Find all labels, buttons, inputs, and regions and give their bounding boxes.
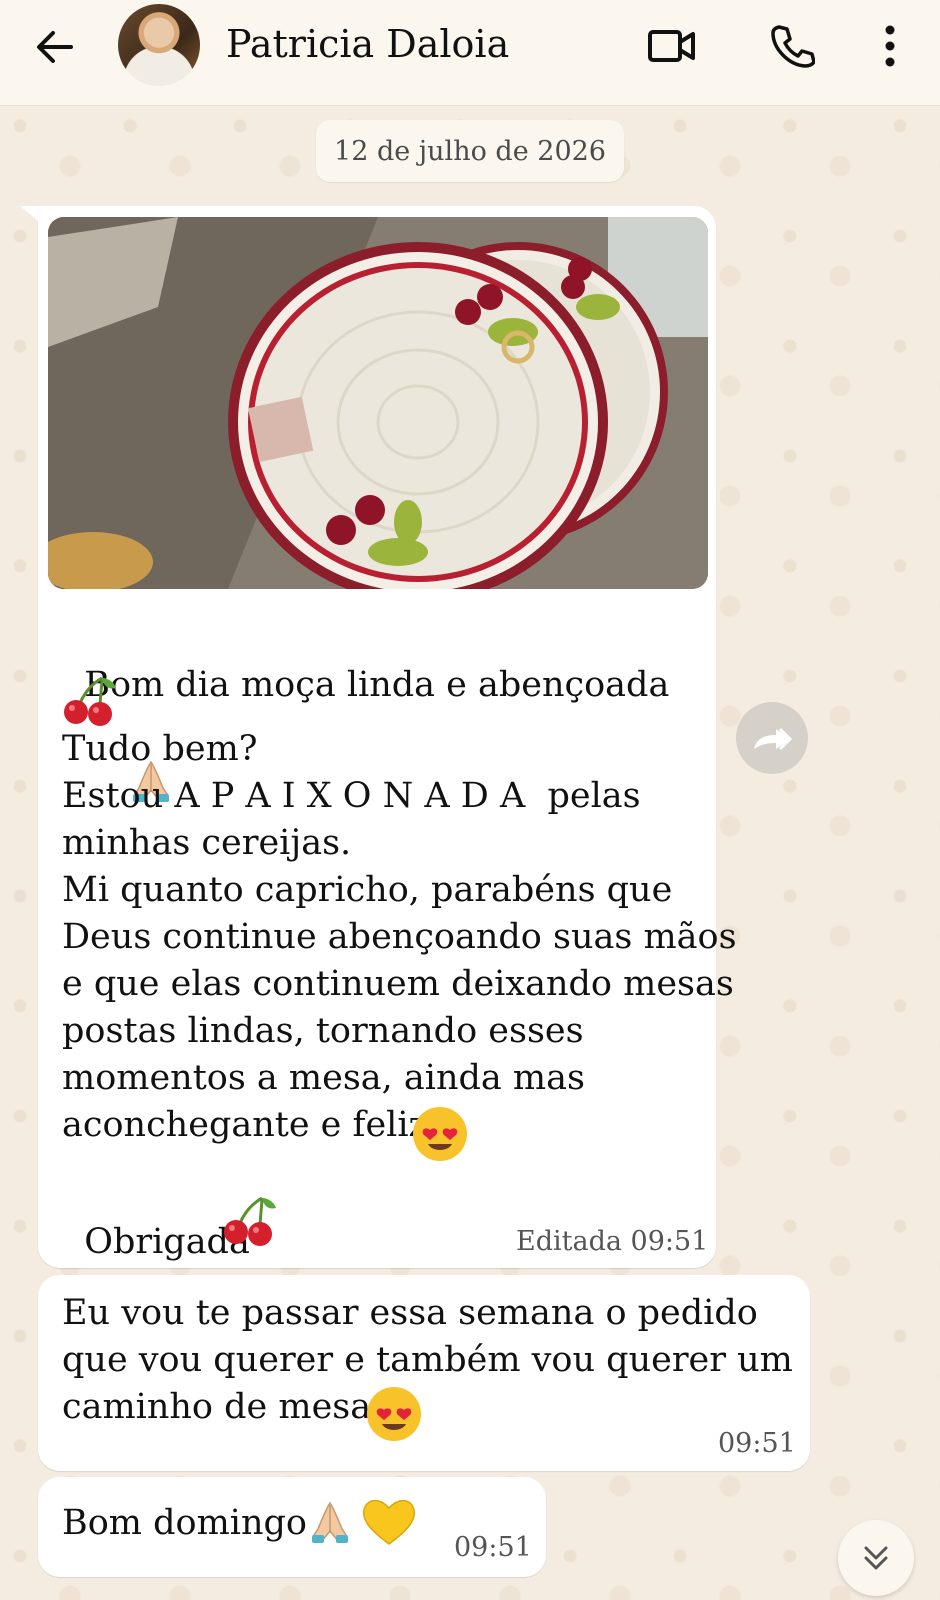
forward-icon[interactable] (736, 702, 808, 774)
back-arrow-icon[interactable] (30, 22, 80, 72)
message-text: Bom domingo (62, 1503, 307, 1543)
praying-hands-icon (308, 1494, 352, 1552)
cherries-icon (222, 1192, 278, 1252)
message-text: Eu vou te passar essa semana o pedido qu… (62, 1293, 793, 1427)
heart-eyes-icon (412, 1106, 468, 1166)
message-text-body: Tudo bem? Estou A P A I X O N A D A pela… (62, 729, 737, 1145)
cherries-icon (62, 672, 118, 732)
contact-name[interactable]: Patricia Daloia (226, 22, 509, 66)
scroll-down-icon[interactable] (838, 1520, 914, 1596)
message-timestamp: 09:51 (718, 1428, 796, 1459)
chat-header: Patricia Daloia (0, 0, 940, 106)
crochet-placemat-photo[interactable] (48, 217, 708, 589)
more-options-icon[interactable] (862, 18, 918, 74)
avatar[interactable] (118, 4, 200, 86)
message-timestamp: Editada 09:51 (516, 1226, 709, 1257)
heart-eyes-icon (366, 1386, 422, 1446)
yellow-heart-icon (360, 1494, 418, 1552)
message-timestamp: 09:51 (454, 1532, 532, 1563)
date-separator: 12 de julho de 2026 (316, 120, 624, 182)
voice-call-icon[interactable] (764, 18, 820, 74)
video-call-icon[interactable] (644, 18, 700, 74)
